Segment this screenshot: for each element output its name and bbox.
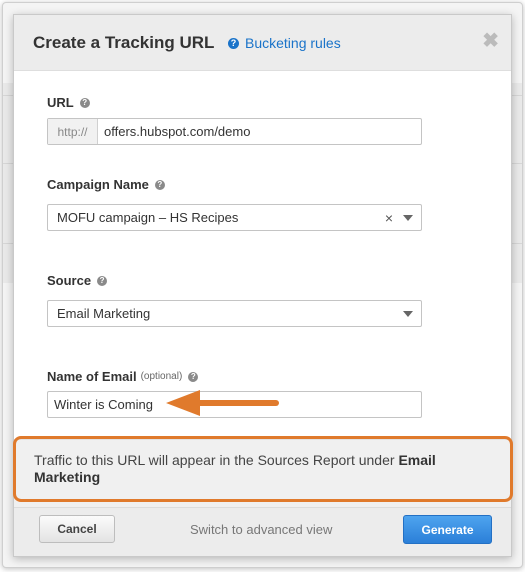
annotation-arrow	[166, 390, 279, 416]
